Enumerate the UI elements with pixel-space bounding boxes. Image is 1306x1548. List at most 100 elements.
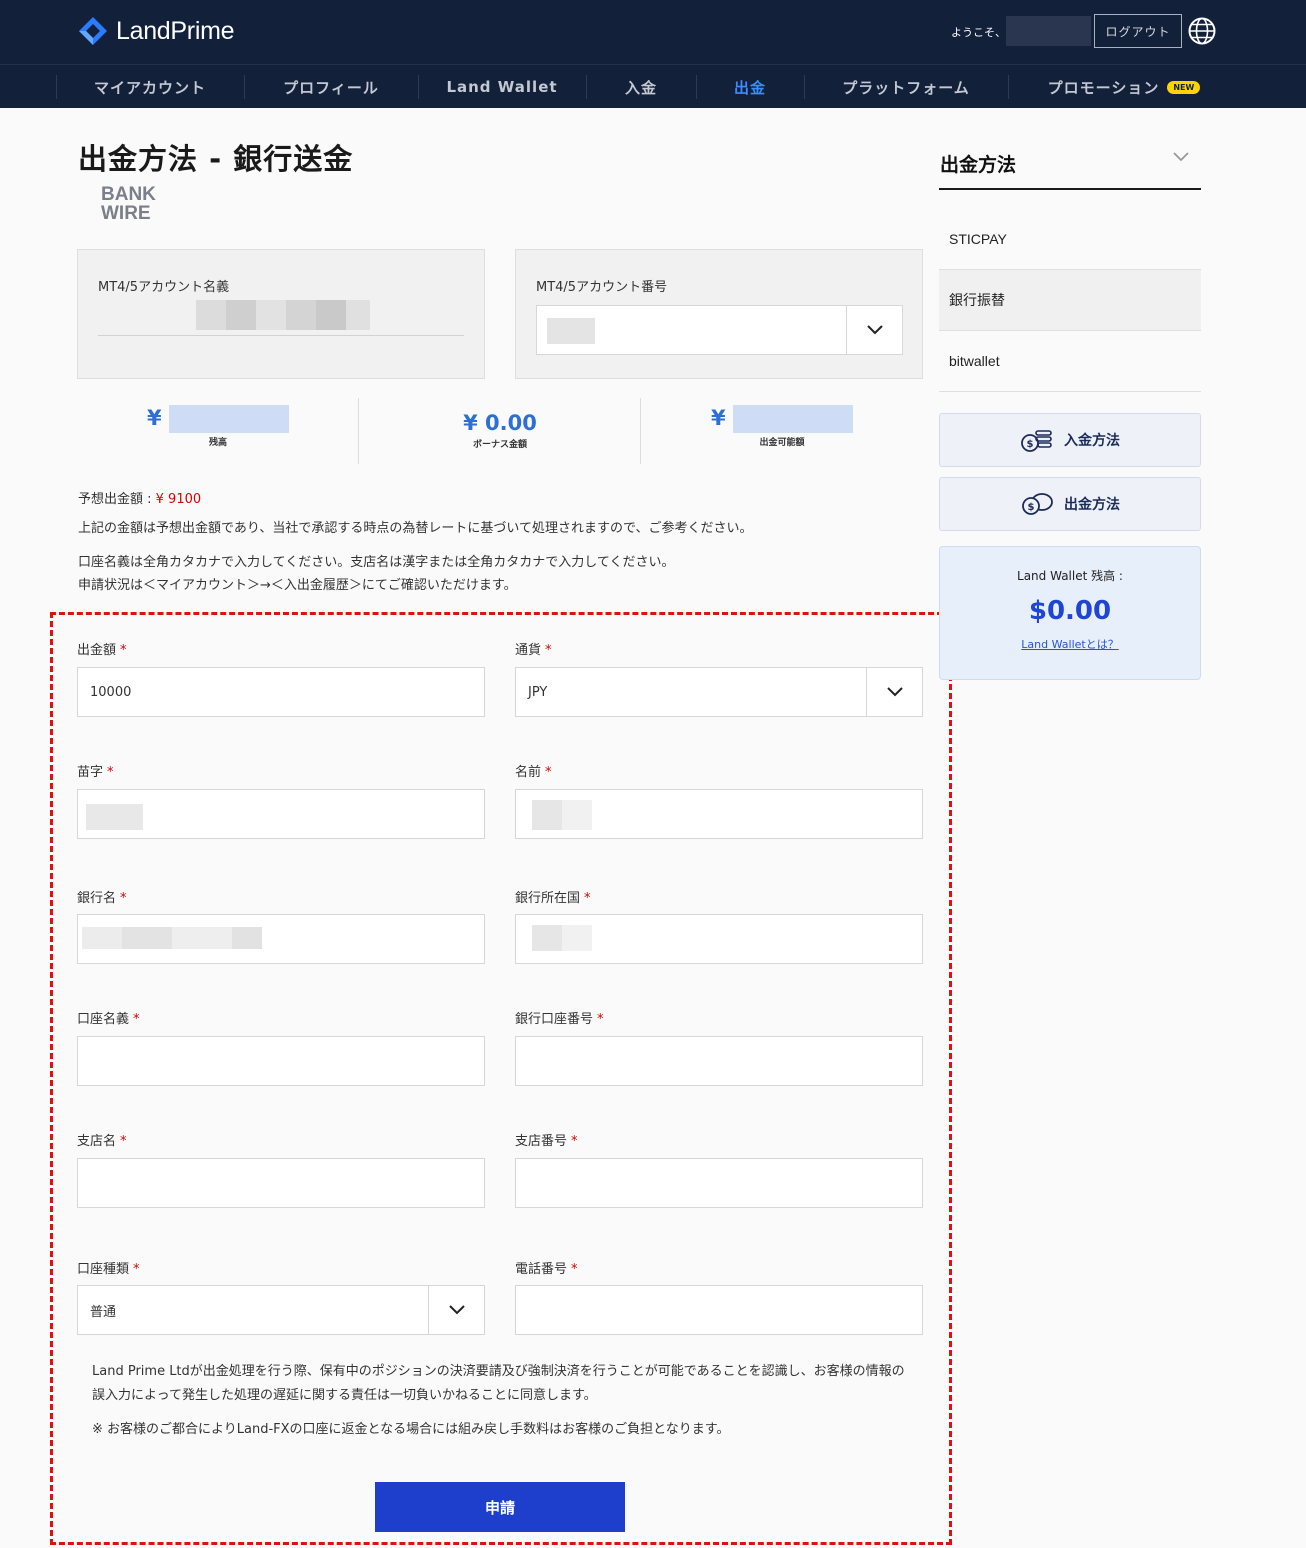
last-name-input[interactable] (77, 789, 485, 839)
currency-label: 通貨 * (515, 639, 552, 658)
info-note-rate: 上記の金額は予想出金額であり、当社で承認する時点の為替レートに基づいて処理されま… (78, 521, 753, 536)
brand-logo[interactable]: LandPrime (78, 16, 235, 46)
required-mark: * (120, 643, 127, 658)
coins-stack-icon: $ (1021, 430, 1052, 452)
bank-name-input[interactable] (77, 914, 485, 964)
phone-label: 電話番号 * (515, 1258, 578, 1277)
sidebar-item-sticpay[interactable]: STICPAY (939, 209, 1201, 270)
balance-redacted (168, 405, 289, 433)
bank-country-redacted (532, 925, 592, 951)
deposit-methods-button[interactable]: $ 入金方法 (939, 413, 1201, 467)
branch-number-input[interactable] (515, 1158, 923, 1208)
bonus-label: ボーナス金額 (472, 440, 527, 450)
last-name-label-text: 苗字 (77, 765, 104, 780)
account-type-select[interactable]: 普通 (77, 1285, 485, 1335)
welcome-text: ようこそ、 (951, 26, 1006, 39)
phone-input[interactable] (515, 1285, 923, 1335)
dropdown-toggle[interactable] (846, 306, 902, 354)
account-name-redacted (196, 300, 370, 330)
phone-label-text: 電話番号 (515, 1262, 568, 1277)
bank-country-input[interactable] (515, 914, 923, 964)
top-header: LandPrime ようこそ、 ログアウト (0, 0, 1306, 64)
logout-button[interactable]: ログアウト (1094, 14, 1182, 48)
bonus-value: ¥ 0.00 (463, 411, 537, 435)
currency-symbol: ¥ (147, 406, 162, 430)
balance-summary: ¥ 残高 (77, 405, 359, 461)
required-mark: * (545, 643, 552, 658)
page-title: 出金方法 - 銀行送金 (78, 142, 354, 176)
amount-label: 出金額 * (77, 639, 127, 658)
withdraw-methods-button[interactable]: $ 出金方法 (939, 477, 1201, 531)
sidebar-item-bank-transfer[interactable]: 銀行振替 (939, 270, 1201, 331)
nav-promotion-label: プロモーション (1047, 78, 1160, 97)
nav-withdraw[interactable]: 出金 (696, 65, 804, 109)
nav-my-account[interactable]: マイアカウント (56, 65, 244, 109)
required-mark: * (133, 1262, 140, 1277)
withdrawable-label: 出金可能額 (759, 438, 805, 448)
wallet-balance-label: Land Wallet 残高 : (1017, 569, 1123, 583)
bank-account-number-input[interactable] (515, 1036, 923, 1086)
branch-name-input[interactable] (77, 1158, 485, 1208)
first-name-input[interactable] (515, 789, 923, 839)
sidebar-item-bitwallet[interactable]: bitwallet (939, 331, 1201, 392)
disclaimer-text: Land Prime Ltdが出金処理を行う際、保有中のポジションの決済要請及び… (92, 1364, 905, 1403)
dropdown-toggle[interactable] (866, 668, 922, 716)
info-note-history: 申請状況は＜マイアカウント＞→＜入出金履歴＞にてご確認いただけます。 (78, 578, 517, 593)
bank-name-label-text: 銀行名 (77, 891, 117, 906)
dropdown-toggle[interactable] (428, 1286, 484, 1334)
required-mark: * (107, 765, 114, 780)
withdraw-methods-label: 出金方法 (1064, 497, 1120, 513)
currency-label-text: 通貨 (515, 643, 542, 658)
globe-icon[interactable] (1187, 16, 1217, 46)
sidebar-header[interactable]: 出金方法 (939, 142, 1201, 190)
account-holder-label: 口座名義 * (77, 1008, 140, 1027)
first-name-label-text: 名前 (515, 765, 542, 780)
sidebar-title: 出金方法 (940, 154, 1017, 176)
account-type-value: 普通 (90, 1304, 117, 1320)
required-mark: * (597, 1012, 604, 1027)
nav-platform[interactable]: プラットフォーム (804, 65, 1008, 109)
account-number-label: MT4/5アカウント番号 (536, 280, 668, 295)
wallet-balance-amount: $0.00 (1028, 596, 1112, 626)
chevron-down-icon (866, 325, 883, 335)
nav-land-wallet[interactable]: Land Wallet (418, 65, 586, 109)
currency-value: JPY (528, 684, 548, 700)
currency-select[interactable]: JPY (515, 667, 923, 717)
branch-number-label-text: 支店番号 (515, 1134, 568, 1149)
chevron-down-icon (1173, 152, 1189, 162)
account-type-label: 口座種類 * (77, 1258, 140, 1277)
amount-input[interactable]: 10000 (77, 667, 485, 717)
balance-value: ¥ (77, 405, 359, 433)
account-number-field-label-text: 銀行口座番号 (515, 1012, 594, 1027)
chevron-down-icon (886, 687, 903, 697)
bank-name-label: 銀行名 * (77, 887, 127, 906)
svg-text:$: $ (1027, 439, 1034, 450)
withdrawable-summary: ¥ 出金可能額 (641, 405, 923, 461)
username-redacted (1006, 16, 1091, 46)
main-nav: マイアカウント プロフィール Land Wallet 入金 出金 プラットフォー… (0, 64, 1306, 108)
info-note-katakana: 口座名義は全角カタカナで入力してください。支店名は漢字または全角カタカナで入力し… (78, 555, 675, 570)
withdrawable-redacted (732, 405, 853, 433)
required-mark: * (133, 1012, 140, 1027)
nav-promotion[interactable]: プロモーション NEW (1008, 65, 1240, 109)
required-mark: * (571, 1134, 578, 1149)
bonus-summary: ¥ 0.00 ボーナス金額 (359, 411, 641, 467)
branch-number-label: 支店番号 * (515, 1130, 578, 1149)
account-number-select[interactable] (536, 305, 903, 355)
account-holder-input[interactable] (77, 1036, 485, 1086)
account-name-label: MT4/5アカウント名義 (98, 280, 230, 295)
nav-profile[interactable]: プロフィール (244, 65, 418, 109)
bank-wire-logo: BANK WIRE (101, 185, 156, 223)
expected-withdrawal: 予想出金額 : ¥ 9100 (78, 488, 201, 507)
nav-deposit[interactable]: 入金 (586, 65, 696, 109)
chevron-down-icon (448, 1305, 465, 1315)
brand-name: LandPrime (116, 16, 235, 45)
what-is-land-wallet-link[interactable]: Land Walletとは？ (940, 636, 1200, 652)
withdrawable-value: ¥ (641, 405, 923, 433)
refund-fee-note: ※ お客様のご都合によりLand-FXの口座に返金となる場合には組み戻し手数料は… (92, 1422, 730, 1437)
balance-label: 残高 (208, 438, 227, 448)
expected-value: ¥ 9100 (155, 492, 202, 507)
last-name-label: 苗字 * (77, 761, 114, 780)
submit-button[interactable]: 申請 (375, 1482, 625, 1532)
expected-label: 予想出金額 : (78, 492, 156, 507)
